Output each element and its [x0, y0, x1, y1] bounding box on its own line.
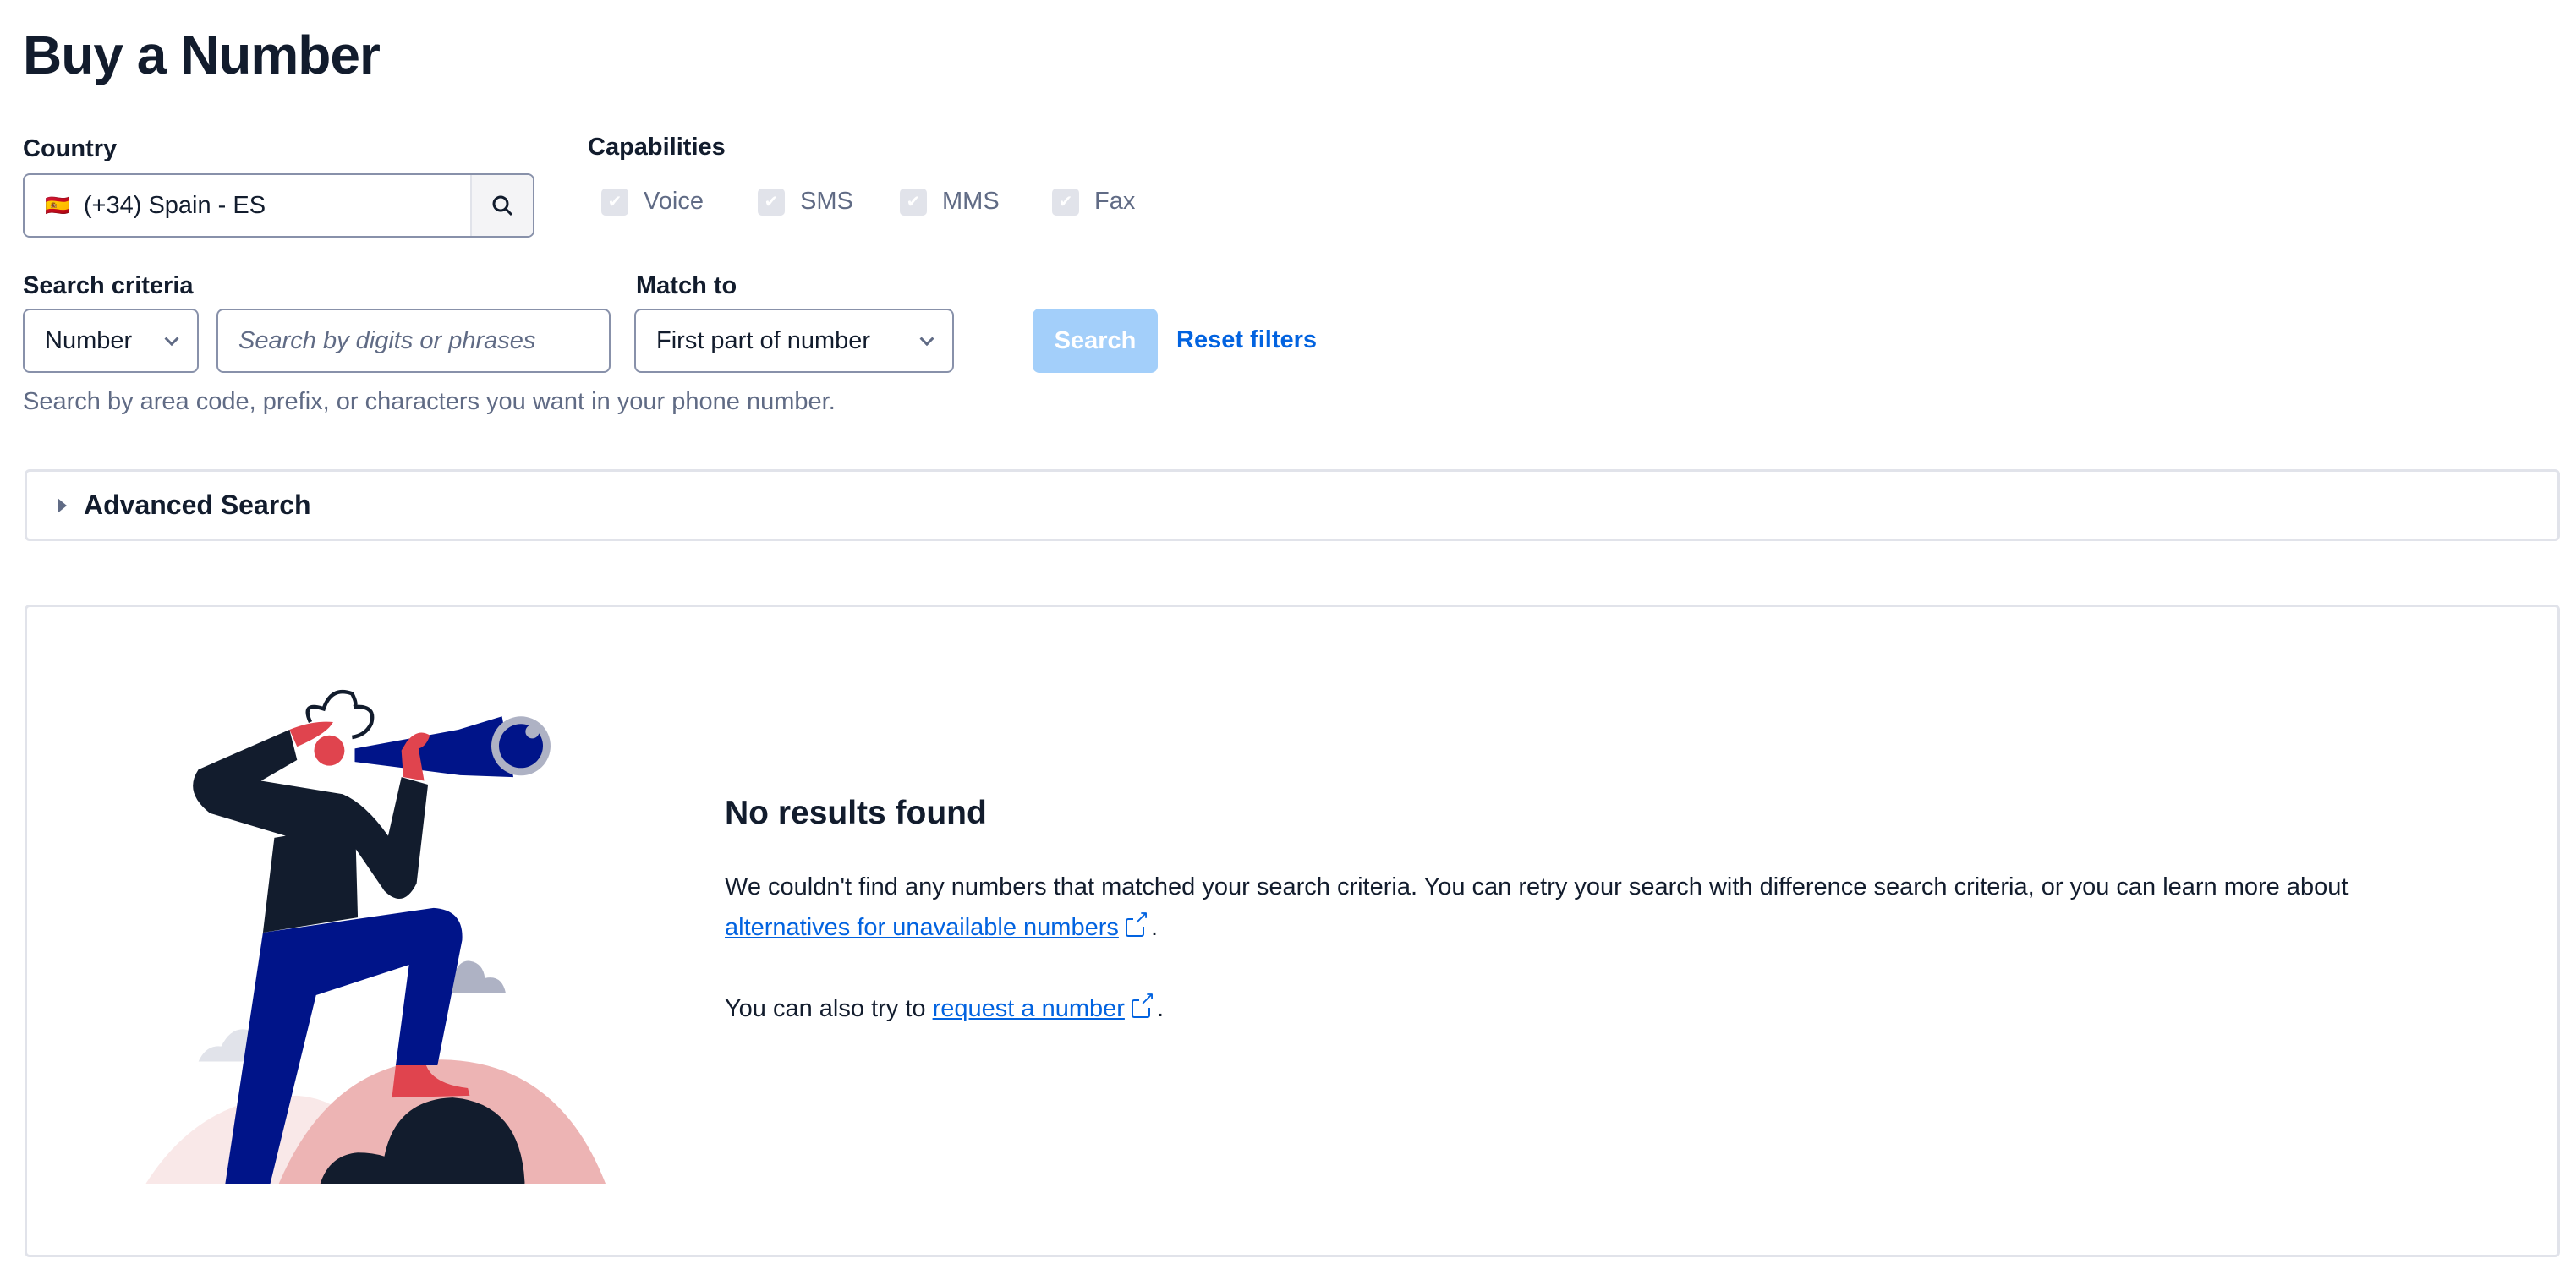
capabilities-label: Capabilities	[588, 134, 726, 161]
telescope-illustration	[145, 689, 606, 1184]
chevron-down-icon	[164, 331, 179, 347]
capability-label: Fax	[1094, 188, 1136, 215]
checkbox-check-icon: ✔	[601, 188, 628, 216]
country-combobox[interactable]: 🇪🇸 (+34) Spain - ES	[23, 173, 534, 238]
capability-voice[interactable]: ✔ Voice	[601, 188, 704, 216]
reset-filters-link[interactable]: Reset filters	[1176, 326, 1317, 354]
request-number-link[interactable]: request a number	[933, 995, 1125, 1022]
search-type-value: Number	[45, 326, 133, 354]
capability-fax[interactable]: ✔ Fax	[1052, 188, 1135, 216]
checkbox-check-icon: ✔	[1052, 188, 1079, 216]
period: .	[1150, 914, 1158, 941]
page-title: Buy a Number	[23, 25, 381, 85]
chevron-down-icon	[919, 331, 934, 347]
capability-mms[interactable]: ✔ MMS	[900, 188, 1000, 216]
no-results-heading: No results found	[725, 795, 987, 831]
advanced-search-disclosure[interactable]: Advanced Search	[25, 469, 2560, 541]
no-results-message: We couldn't find any numbers that matche…	[725, 867, 2501, 1029]
capability-label: Voice	[644, 188, 704, 215]
search-type-select[interactable]: Number	[23, 309, 199, 373]
external-link-icon	[1125, 908, 1149, 937]
spain-flag-icon: 🇪🇸	[45, 194, 70, 217]
capability-label: MMS	[942, 188, 1000, 215]
capability-label: SMS	[800, 188, 853, 215]
match-to-value: First part of number	[656, 326, 871, 354]
period: .	[1156, 995, 1165, 1022]
message-text: We couldn't find any numbers that matche…	[725, 873, 2349, 900]
country-search-button[interactable]	[470, 175, 533, 236]
alternatives-link[interactable]: alternatives for unavailable numbers	[725, 914, 1119, 941]
search-input[interactable]: Search by digits or phrases	[216, 309, 611, 373]
country-label: Country	[23, 135, 118, 162]
search-criteria-label: Search criteria	[23, 272, 194, 299]
checkbox-check-icon: ✔	[758, 188, 785, 216]
triangle-right-icon	[58, 497, 67, 513]
search-placeholder: Search by digits or phrases	[238, 326, 536, 354]
external-link-icon	[1131, 989, 1155, 1018]
country-value: (+34) Spain - ES	[83, 191, 266, 219]
match-to-label: Match to	[636, 272, 737, 299]
checkbox-check-icon: ✔	[900, 188, 927, 216]
search-icon	[492, 195, 513, 216]
message-text: You can also try to	[725, 995, 926, 1022]
search-button[interactable]: Search	[1033, 309, 1158, 373]
search-help-text: Search by area code, prefix, or characte…	[23, 388, 836, 415]
advanced-search-label: Advanced Search	[84, 490, 311, 520]
capability-sms[interactable]: ✔ SMS	[758, 188, 853, 216]
match-to-select[interactable]: First part of number	[634, 309, 954, 373]
